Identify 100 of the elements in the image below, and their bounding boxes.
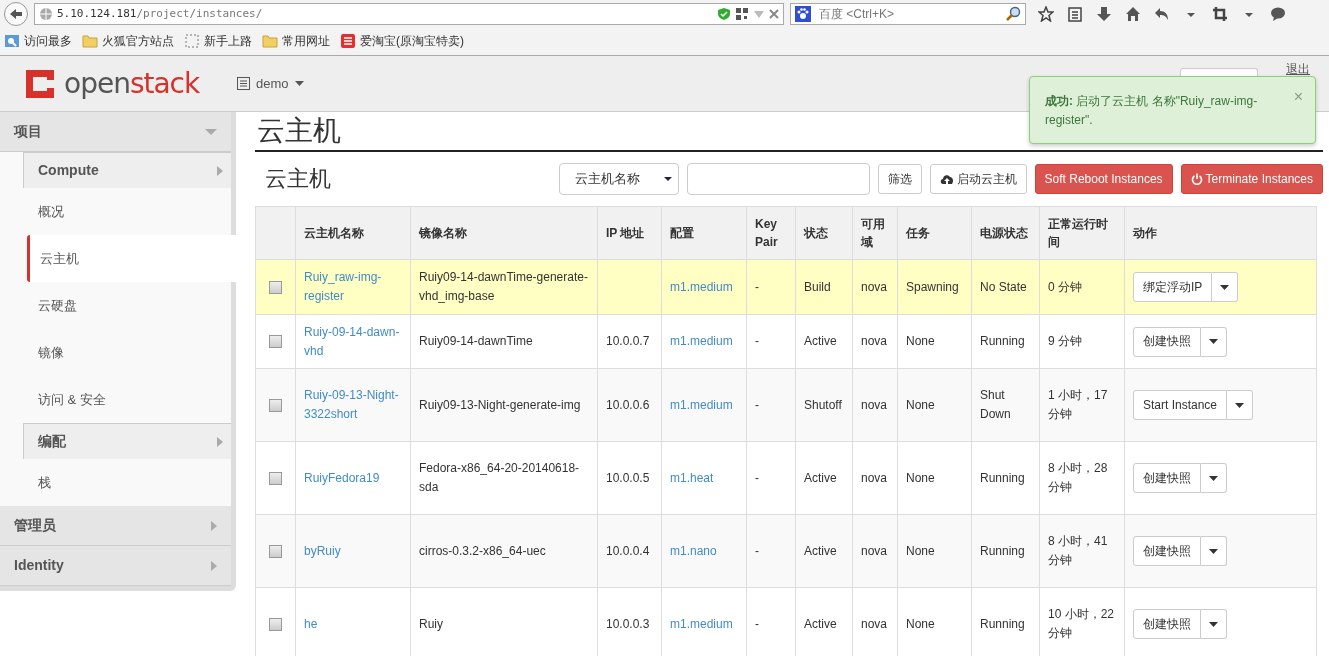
toast-message: 成功: 启动了云主机 名称"Ruiy_raw-img-register".	[1045, 93, 1259, 130]
caret-icon	[1235, 402, 1245, 408]
caret-icon	[294, 80, 304, 87]
sidebar-section[interactable]: 管理员	[0, 506, 231, 546]
table-cell: Ruiy	[419, 616, 443, 631]
table-cell: 9 分钟	[1048, 334, 1082, 349]
action-button[interactable]: Start Instance	[1133, 390, 1228, 420]
close-icon[interactable]	[769, 9, 779, 19]
home-icon[interactable]	[1125, 6, 1141, 22]
crop-icon[interactable]	[1212, 6, 1228, 22]
sidebar-item[interactable]: 云硬盘	[0, 282, 231, 329]
url-text: 5.10.124.181/project/instances/	[57, 5, 263, 22]
table-cell: Running	[980, 470, 1025, 485]
table-cell: 10.0.0.6	[606, 397, 650, 412]
table-cell: -	[755, 543, 759, 558]
launch-button[interactable]: 启动云主机	[929, 164, 1027, 194]
address-bar[interactable]: 5.10.124.181/project/instances/	[34, 3, 784, 25]
chat-icon[interactable]	[1270, 6, 1286, 22]
dropdown-toggle[interactable]	[1201, 609, 1227, 639]
sidebar-item[interactable]: 栈	[0, 459, 231, 506]
table-cell: nova	[861, 334, 888, 349]
globe-icon	[39, 7, 53, 21]
row-checkbox[interactable]	[269, 280, 282, 294]
bookmark[interactable]: 常用网址	[262, 32, 330, 50]
column-header: 正常运行时间	[1048, 217, 1108, 249]
action-button[interactable]: 创建快照	[1133, 609, 1201, 639]
action-button[interactable]: 创建快照	[1133, 463, 1201, 493]
table-cell: None	[906, 397, 935, 412]
table-cell: -	[755, 470, 759, 485]
filter-button[interactable]: 筛选	[877, 164, 922, 194]
table-cell: None	[906, 334, 935, 349]
dropdown-toggle[interactable]	[1212, 272, 1239, 302]
undo-icon[interactable]	[1154, 6, 1170, 22]
logout-link[interactable]: 退出	[1286, 60, 1310, 78]
table-cell: -	[755, 279, 759, 294]
row-checkbox[interactable]	[269, 544, 282, 558]
row-checkbox[interactable]	[269, 471, 282, 485]
dropdown-toggle[interactable]	[1201, 326, 1227, 357]
sidebar-item[interactable]: 镜像	[0, 329, 231, 376]
column-header: Key Pair	[755, 217, 778, 249]
download-icon[interactable]	[1096, 6, 1112, 22]
search-folder-icon	[4, 33, 20, 49]
sidebar-item[interactable]: 概况	[0, 188, 231, 235]
search-field[interactable]: 百度 <Ctrl+K>	[790, 3, 1026, 25]
action-button[interactable]: 创建快照	[1133, 326, 1201, 357]
back-button[interactable]	[4, 2, 28, 26]
caret-icon	[1209, 475, 1218, 481]
table-cell: Shutoff	[804, 397, 842, 412]
sidebar-item[interactable]: 访问 & 安全	[0, 376, 231, 423]
dropdown-toggle[interactable]	[1227, 390, 1254, 420]
table-cell: nova	[861, 543, 888, 558]
qr-code-icon[interactable]	[735, 7, 749, 21]
caret-icon	[1220, 284, 1230, 290]
action-button[interactable]: 创建快照	[1133, 536, 1201, 566]
table-cell: nova	[861, 397, 888, 412]
action-button[interactable]: 绑定浮动IP	[1133, 272, 1213, 302]
column-header: 云主机名称	[304, 226, 364, 240]
table-cell: -	[755, 334, 759, 349]
row-checkbox[interactable]	[269, 617, 282, 631]
soft-reboot-button[interactable]: Soft Reboot Instances	[1034, 164, 1173, 194]
project-selector[interactable]: demo	[237, 73, 304, 94]
sidebar-section[interactable]: Identity	[0, 546, 231, 586]
list-icon	[237, 77, 250, 90]
sidebar-section[interactable]: 项目	[0, 112, 231, 152]
row-checkbox[interactable]	[269, 335, 282, 348]
folder-icon	[82, 33, 98, 49]
power-icon	[1190, 173, 1203, 185]
search-icon[interactable]	[1005, 6, 1021, 22]
table-cell: None	[906, 543, 935, 558]
back-arrow-icon	[9, 8, 23, 20]
table-cell: 8 小时，41 分钟	[1048, 534, 1108, 567]
table-cell: -	[755, 616, 759, 631]
sidebar-item[interactable]: 云主机	[27, 235, 236, 282]
bookmark[interactable]: 新手上路	[184, 32, 252, 50]
column-header: 可用域	[861, 217, 885, 249]
table-cell: Ruiy09-14-dawnTime-generate-vhd_img-base	[419, 270, 588, 303]
row-checkbox[interactable]	[269, 398, 282, 412]
table-cell: 10.0.0.7	[606, 334, 650, 349]
dropdown-toggle[interactable]	[1201, 536, 1227, 566]
table-cell: Running	[980, 334, 1025, 349]
sidebar-group[interactable]: Compute	[23, 152, 231, 188]
table-title: 云主机	[265, 165, 331, 193]
filter-input[interactable]	[686, 163, 870, 195]
star-icon[interactable]	[1038, 6, 1054, 22]
sidebar-group[interactable]: 编配	[23, 423, 231, 459]
table-cell: nova	[861, 470, 888, 485]
table-cell: Running	[980, 616, 1025, 631]
bookmark[interactable]: 火狐官方站点	[82, 32, 174, 50]
table-cell: Active	[804, 334, 837, 349]
table-cell: None	[906, 616, 935, 631]
terminate-button[interactable]: Terminate Instances	[1180, 164, 1323, 194]
list-icon[interactable]	[1067, 6, 1083, 22]
logo-text: openstack	[64, 65, 200, 102]
filter-select[interactable]: 云主机名称	[558, 163, 679, 195]
bookmark[interactable]: 爱淘宝(原淘宝特卖)	[340, 32, 464, 50]
caret-icon	[1209, 548, 1218, 554]
column-header: 动作	[1133, 226, 1157, 240]
bookmark[interactable]: 访问最多	[4, 32, 72, 50]
dropdown-toggle[interactable]	[1201, 463, 1227, 493]
table-cell: Active	[804, 616, 837, 631]
